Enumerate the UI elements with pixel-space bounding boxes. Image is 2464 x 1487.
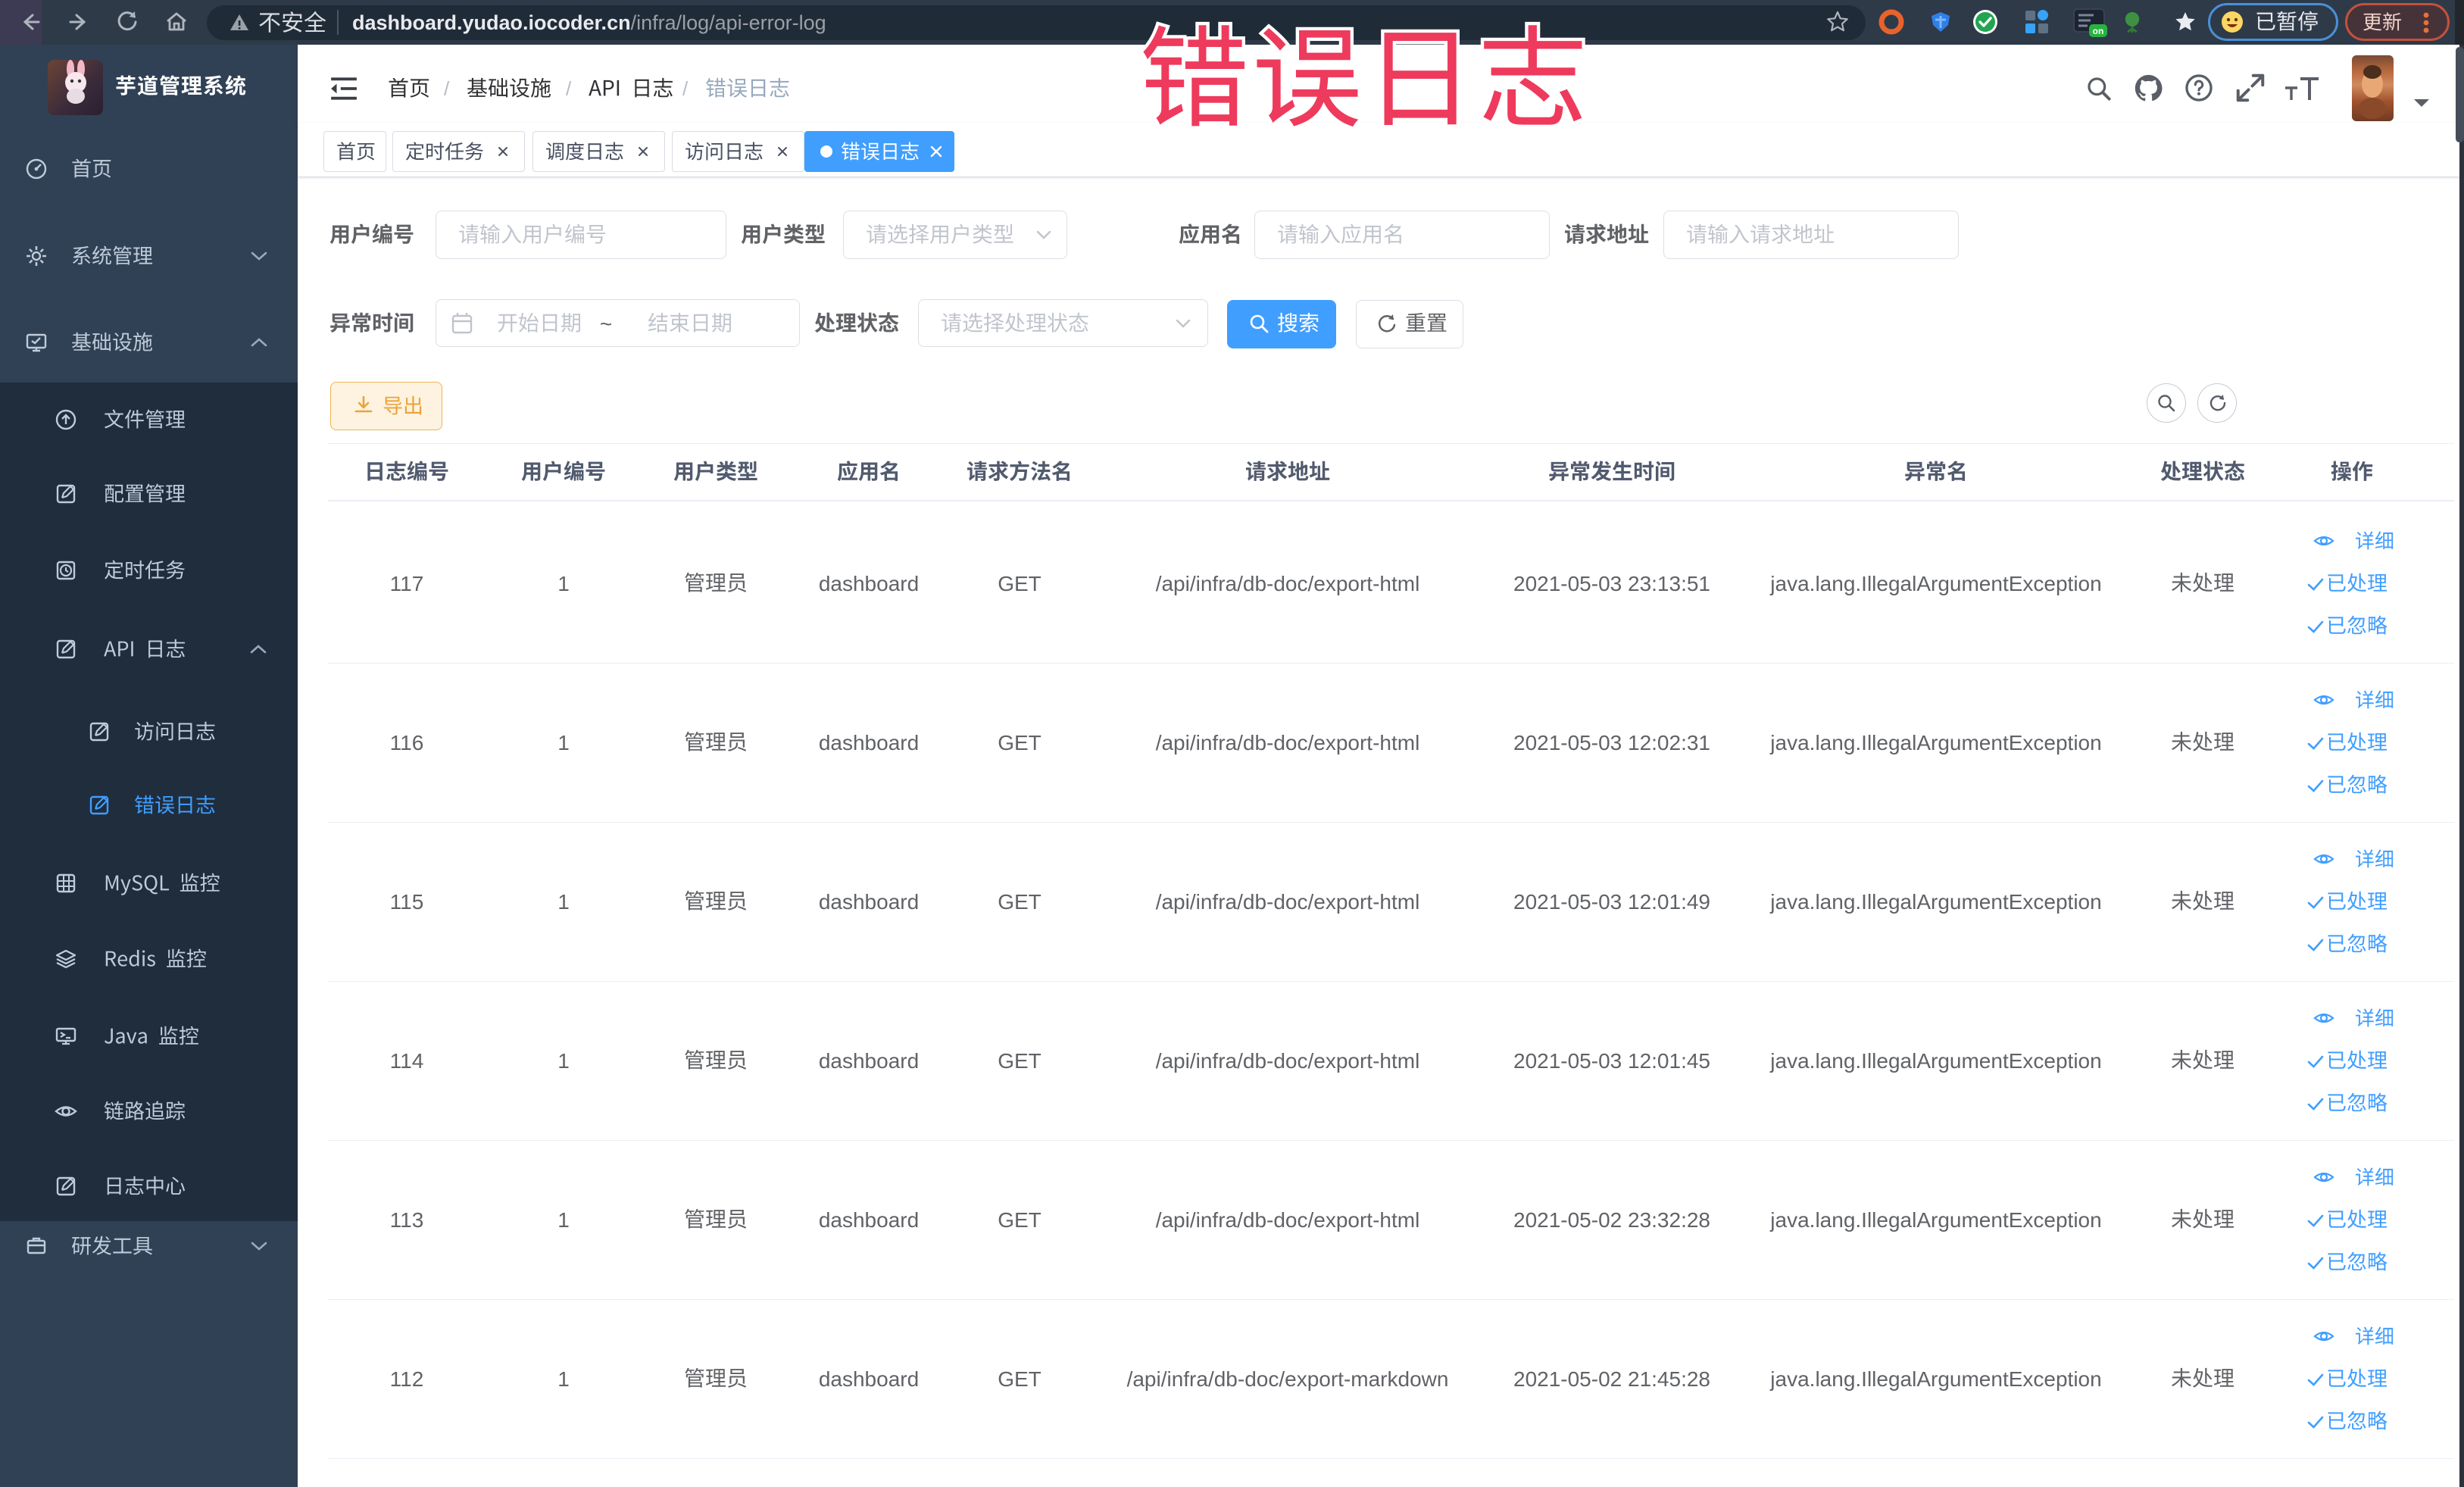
- svg-text:on: on: [2093, 26, 2104, 36]
